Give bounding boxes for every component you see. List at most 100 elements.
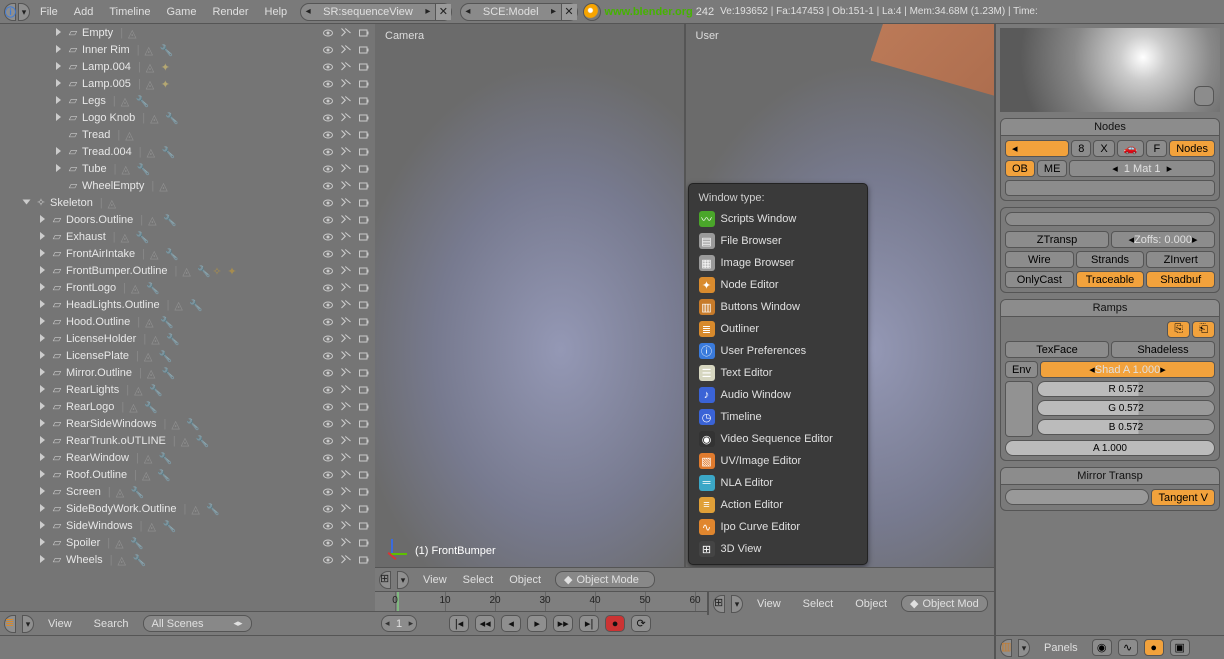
outliner-row[interactable]: ▱Empty|◬ [0, 24, 375, 41]
scene-delete-button[interactable]: ✕ [561, 4, 577, 20]
visibility-toggle-icon[interactable] [321, 111, 335, 125]
jump-start-button[interactable]: |◂ [449, 615, 469, 632]
record-button[interactable]: ● [605, 615, 625, 632]
renderability-toggle-icon[interactable] [357, 315, 371, 329]
onlycast-toggle[interactable]: OnlyCast [1005, 271, 1074, 288]
visibility-toggle-icon[interactable] [321, 77, 335, 91]
selectability-toggle-icon[interactable] [339, 230, 353, 244]
renderability-toggle-icon[interactable] [357, 536, 371, 550]
renderability-toggle-icon[interactable] [357, 111, 371, 125]
outliner-row[interactable]: ▱FrontAirIntake|◬🔧 [0, 245, 375, 262]
scene-selector[interactable]: ◂ SCE:Model ▸ ✕ [460, 3, 578, 21]
outliner-row[interactable]: ▱SideWindows|◬🔧 [0, 517, 375, 534]
material-index[interactable]: ◂ 1 Mat 1 ▸ [1069, 160, 1215, 177]
object-data-icon[interactable]: ◬ [182, 265, 194, 277]
selectability-toggle-icon[interactable] [339, 400, 353, 414]
renderability-toggle-icon[interactable] [357, 383, 371, 397]
renderability-toggle-icon[interactable] [357, 417, 371, 431]
disclosure-triangle-icon[interactable] [36, 384, 48, 396]
copy-material-button[interactable]: ⎘ [1167, 321, 1190, 338]
visibility-toggle-icon[interactable] [321, 315, 335, 329]
shadbuf-toggle[interactable]: Shadbuf [1146, 271, 1215, 288]
object-data-icon[interactable]: ◬ [150, 112, 162, 124]
alpha-slider[interactable]: A 1.000 [1005, 440, 1215, 456]
preview-type-button[interactable] [1194, 86, 1214, 106]
selectability-toggle-icon[interactable] [339, 60, 353, 74]
outliner-filter-dropdown[interactable]: All Scenes◂▸ [143, 615, 252, 632]
renderability-toggle-icon[interactable] [357, 43, 371, 57]
modifier-icon[interactable]: 🔧 [197, 265, 209, 277]
disclosure-triangle-icon[interactable] [36, 282, 48, 294]
selectability-toggle-icon[interactable] [339, 349, 353, 363]
strands-toggle[interactable]: Strands [1076, 251, 1145, 268]
outliner-row[interactable]: ▱Doors.Outline|◬🔧 [0, 211, 375, 228]
disclosure-triangle-icon[interactable] [20, 197, 32, 209]
renderability-toggle-icon[interactable] [357, 94, 371, 108]
menu-file[interactable]: File [32, 3, 66, 21]
disclosure-triangle-icon[interactable] [36, 469, 48, 481]
disclosure-triangle-icon[interactable] [36, 520, 48, 532]
outliner-row[interactable]: ▱WheelEmpty|◬ [0, 177, 375, 194]
visibility-toggle-icon[interactable] [321, 298, 335, 312]
lamp-data-icon[interactable]: ✦ [161, 61, 173, 73]
window-type-option[interactable]: ≣ Outliner [689, 318, 867, 340]
renderability-toggle-icon[interactable] [357, 519, 371, 533]
renderability-toggle-icon[interactable] [357, 281, 371, 295]
selectability-toggle-icon[interactable] [339, 468, 353, 482]
jump-end-button[interactable]: ▸| [579, 615, 599, 632]
modifier-icon[interactable]: 🔧 [165, 112, 177, 124]
color-swatch[interactable] [1005, 381, 1033, 437]
object-data-icon[interactable]: ◬ [191, 503, 203, 515]
vp-menu-view[interactable]: View [415, 571, 455, 589]
renderability-toggle-icon[interactable] [357, 213, 371, 227]
selectability-toggle-icon[interactable] [339, 213, 353, 227]
object-data-icon[interactable]: ◬ [121, 95, 133, 107]
zoffs-field[interactable]: ◂ Zoffs: 0.000 ▸ [1111, 231, 1215, 248]
paste-material-button[interactable]: ⎗ [1192, 321, 1215, 338]
window-type-option[interactable]: ≡ Action Editor [689, 494, 867, 516]
window-type-option[interactable]: ✦ Node Editor [689, 274, 867, 296]
visibility-toggle-icon[interactable] [321, 434, 335, 448]
disclosure-triangle-icon[interactable] [36, 299, 48, 311]
object-data-icon[interactable]: ◬ [144, 350, 156, 362]
visibility-toggle-icon[interactable] [321, 536, 335, 550]
window-type-option[interactable]: ▧ UV/Image Editor [689, 450, 867, 472]
selectability-toggle-icon[interactable] [339, 536, 353, 550]
prev-keyframe-button[interactable]: ◂◂ [475, 615, 495, 632]
modifier-icon[interactable]: 🔧 [160, 44, 172, 56]
visibility-toggle-icon[interactable] [321, 400, 335, 414]
visibility-toggle-icon[interactable] [321, 264, 335, 278]
screen-delete-button[interactable]: ✕ [435, 4, 451, 20]
outliner-row[interactable]: ▱LicensePlate|◬🔧 [0, 347, 375, 364]
visibility-toggle-icon[interactable] [321, 332, 335, 346]
object-data-icon[interactable]: ◬ [129, 401, 141, 413]
object-data-icon[interactable]: ◬ [145, 316, 157, 328]
viewport-user[interactable]: User Window type: 〰 Scripts Window▤ File… [684, 24, 995, 567]
halo-slider[interactable] [1005, 212, 1215, 226]
modifier-icon[interactable]: 🔧 [165, 248, 177, 260]
window-type-option[interactable]: ▤ File Browser [689, 230, 867, 252]
vp-menu-object[interactable]: Object [501, 571, 549, 589]
visibility-toggle-icon[interactable] [321, 383, 335, 397]
panel-head-mirror[interactable]: Mirror Transp [1001, 468, 1219, 485]
outliner-row[interactable]: ▱RearSideWindows|◬🔧 [0, 415, 375, 432]
outliner-row[interactable]: ▱RearLights|◬🔧 [0, 381, 375, 398]
renderability-toggle-icon[interactable] [357, 230, 371, 244]
modifier-icon[interactable]: 🔧 [159, 452, 171, 464]
outliner-row[interactable]: ▱RearTrunk.oUTLINE|◬🔧 [0, 432, 375, 449]
outliner-row[interactable]: ▱Inner Rim|◬🔧 [0, 41, 375, 58]
selectability-toggle-icon[interactable] [339, 111, 353, 125]
outliner-row[interactable]: ▱Wheels|◬🔧 [0, 551, 375, 568]
lamp-data-icon[interactable]: ✦ [161, 78, 173, 90]
renderability-toggle-icon[interactable] [357, 26, 371, 40]
b-slider[interactable]: B 0.572 [1037, 419, 1215, 435]
outliner-row[interactable]: ▱Screen|◬🔧 [0, 483, 375, 500]
visibility-toggle-icon[interactable] [321, 60, 335, 74]
window-type-option[interactable]: ⊞ 3D View [689, 538, 867, 560]
selectability-toggle-icon[interactable] [339, 179, 353, 193]
r-slider[interactable]: R 0.572 [1037, 381, 1215, 397]
current-frame-field[interactable]: 1 [381, 615, 417, 632]
visibility-toggle-icon[interactable] [321, 94, 335, 108]
play-reverse-button[interactable]: ◂ [501, 615, 521, 632]
renderability-toggle-icon[interactable] [357, 468, 371, 482]
